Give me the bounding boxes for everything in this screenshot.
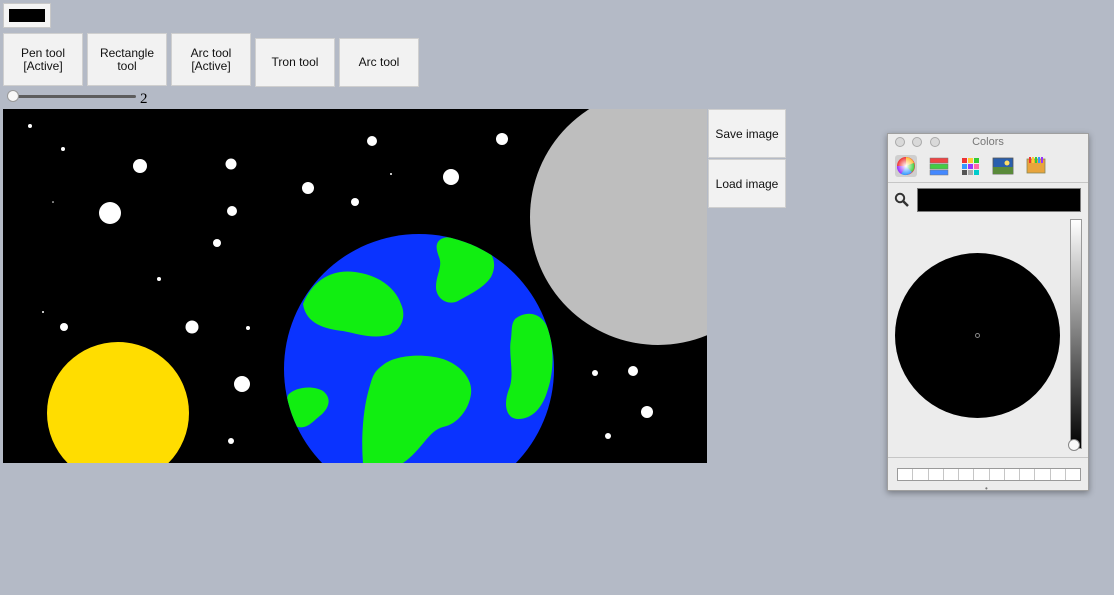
tool-label-line1: Arc tool [358,55,400,69]
drawing-canvas[interactable] [3,109,707,463]
tool-label-line2: [Active] [191,58,231,73]
brightness-slider-thumb[interactable] [1068,439,1080,451]
custom-swatches[interactable] [897,468,1081,481]
current-color-swatch [9,9,45,22]
rectangle-tool-button[interactable]: Rectangle tool [87,33,167,86]
resize-grip-icon[interactable]: • [985,484,988,493]
swatch-cell[interactable] [944,469,959,480]
colors-panel: Colors • [887,133,1089,493]
tool-label-line1: Rectangle [99,45,155,60]
tool-label-line1: Pen tool [20,45,66,60]
slider-track[interactable] [8,95,136,98]
tool-label-line2: tool [117,58,137,73]
swatch-cell[interactable] [1020,469,1036,480]
sliders-icon[interactable] [928,155,950,177]
swatch-cell[interactable] [974,469,990,480]
swatch-cell[interactable] [929,469,944,480]
tool-label-line1: Tron tool [271,55,319,69]
tool-label-line2: [Active] [23,58,63,73]
palette-icon[interactable] [960,155,982,177]
load-image-button[interactable]: Load image [708,159,786,208]
stroke-width-slider[interactable] [6,90,146,104]
swatch-cell[interactable] [913,469,929,480]
color-well[interactable] [3,3,51,28]
stroke-width-value: 2 [140,91,148,107]
brightness-slider[interactable] [1070,219,1082,449]
panel-title: Colors [972,136,1004,148]
load-image-label: Load image [715,176,779,191]
swatch-cell[interactable] [1005,469,1020,480]
search-icon [894,192,910,208]
panel-titlebar[interactable]: Colors [888,134,1088,151]
arc-tool-active-button[interactable]: Arc tool [Active] [171,33,251,86]
arc-tool-button[interactable]: Arc tool [339,38,419,87]
tool-label-line1: Arc tool [190,45,232,60]
swatch-cell[interactable] [1066,469,1080,480]
swatch-cell[interactable] [898,469,914,480]
tron-tool-button[interactable]: Tron tool [255,38,335,87]
swatch-cell[interactable] [959,469,975,480]
crayons-icon[interactable] [1025,155,1047,177]
swatch-bar: • [888,457,1088,493]
color-wheel[interactable] [895,253,1060,418]
slider-thumb[interactable] [7,90,19,102]
color-wheel-cursor[interactable] [975,333,980,338]
image-palette-icon[interactable] [992,155,1014,177]
save-image-button[interactable]: Save image [708,109,786,158]
save-image-label: Save image [715,126,779,141]
pen-tool-button[interactable]: Pen tool [Active] [3,33,83,86]
swatch-cell[interactable] [1051,469,1066,480]
swatch-cell[interactable] [990,469,1005,480]
color-wheel-icon[interactable] [895,155,917,177]
swatch-cell[interactable] [1035,469,1051,480]
color-search-input[interactable] [917,188,1081,212]
color-mode-toolbar [888,151,1088,183]
